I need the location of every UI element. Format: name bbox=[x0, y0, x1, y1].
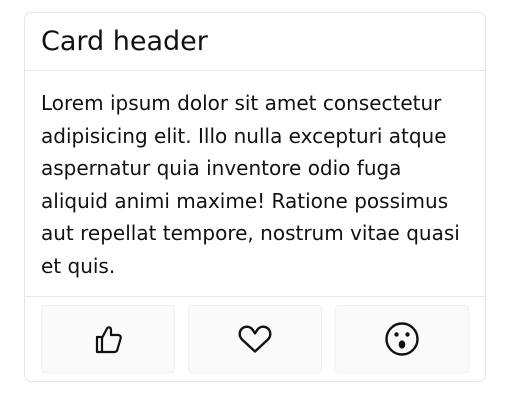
heart-icon bbox=[236, 322, 274, 356]
surprised-reaction-button[interactable] bbox=[335, 305, 469, 373]
thumbs-up-icon bbox=[91, 322, 125, 356]
card-header: Card header bbox=[25, 13, 485, 71]
card-text: Lorem ipsum dolor sit amet consectetur a… bbox=[41, 91, 460, 278]
card-footer bbox=[25, 297, 485, 373]
card-body: Lorem ipsum dolor sit amet consectetur a… bbox=[25, 71, 485, 297]
card-title: Card header bbox=[41, 26, 208, 57]
surprised-face-icon bbox=[384, 321, 420, 357]
like-button[interactable] bbox=[41, 305, 175, 373]
favorite-button[interactable] bbox=[188, 305, 322, 373]
card: Card header Lorem ipsum dolor sit amet c… bbox=[24, 12, 486, 382]
